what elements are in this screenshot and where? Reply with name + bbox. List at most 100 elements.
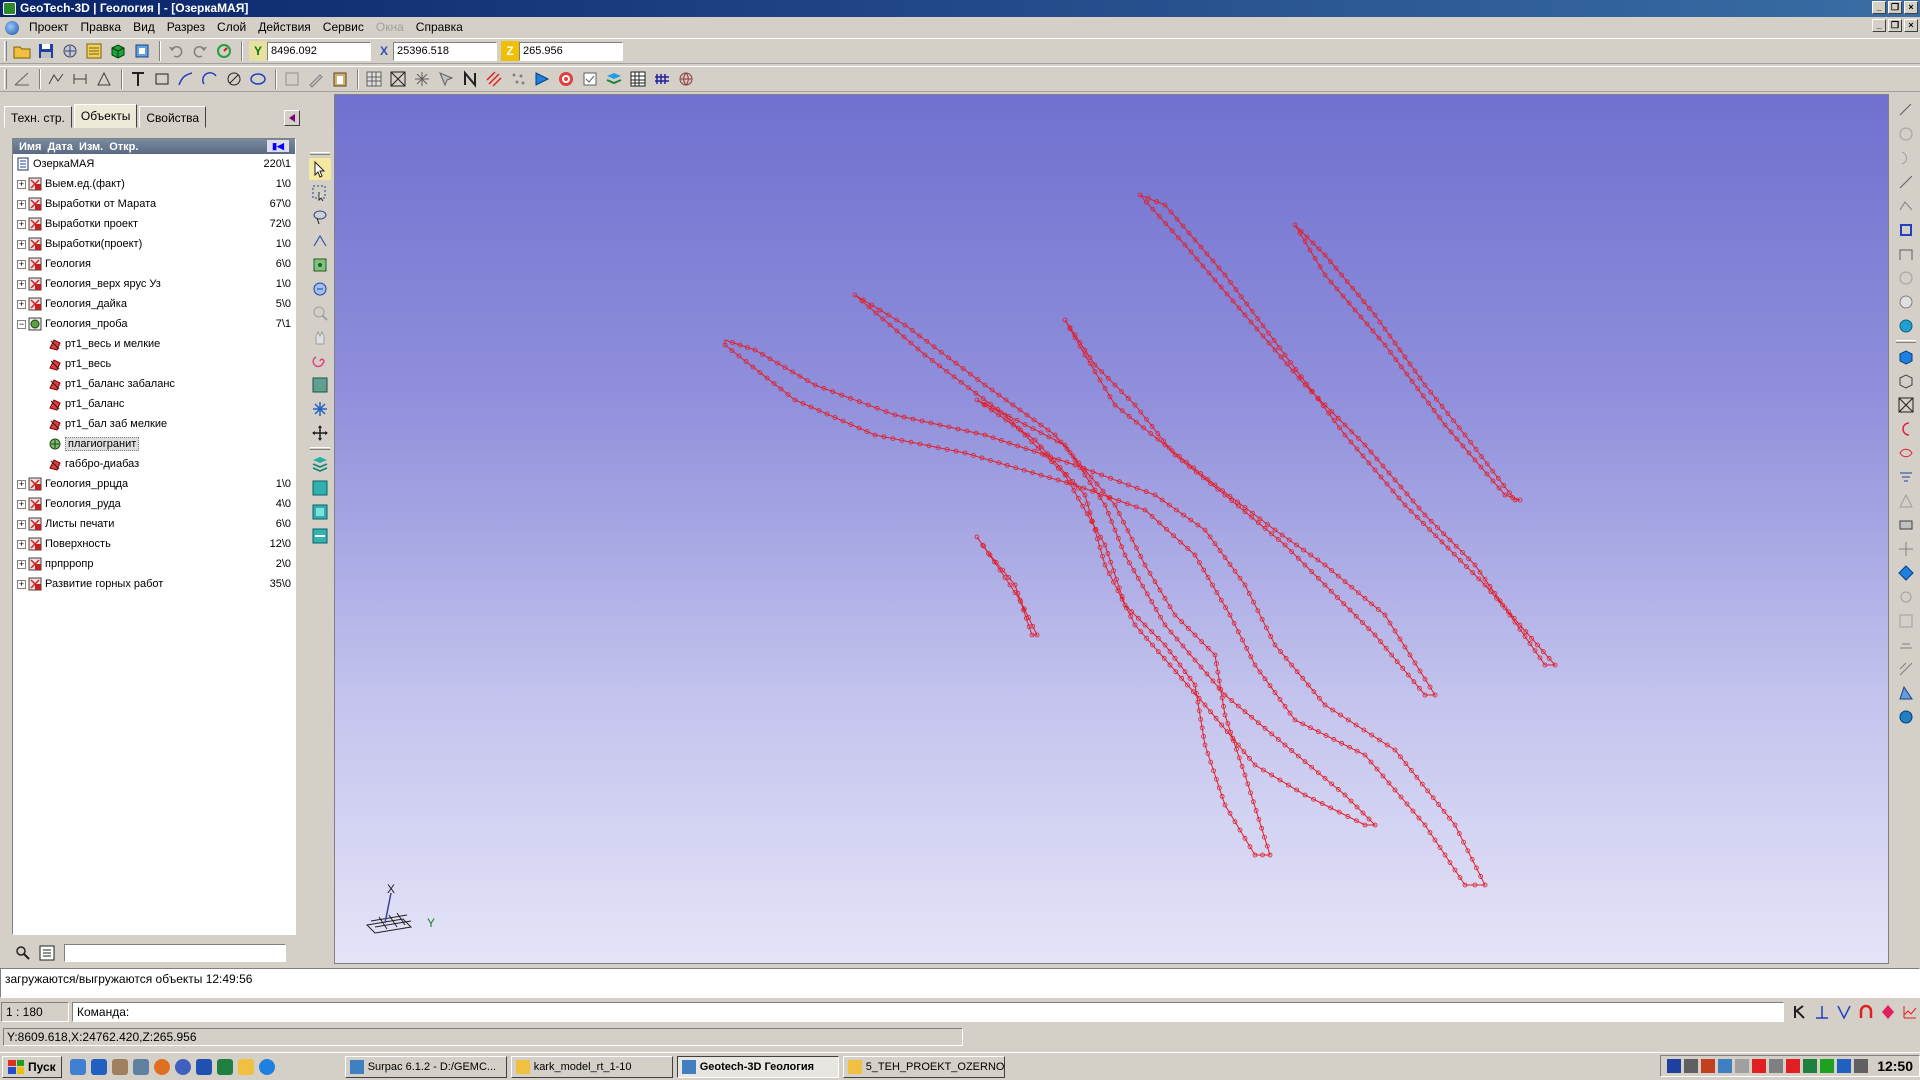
tree-row[interactable]: + прпрропр 2\0 [13,554,295,574]
z-coord-input[interactable] [519,41,623,61]
ql-folder-icon[interactable] [237,1058,254,1075]
right-tool-15-icon[interactable] [1895,442,1917,464]
tab-tech-structure[interactable]: Техн. стр. [4,106,72,128]
task-button[interactable]: Surpac 6.1.2 - D:/GEMC... [344,1055,507,1078]
toolbar-grip[interactable] [1896,340,1916,343]
circle-tool-icon[interactable] [223,68,245,90]
grid-icon[interactable] [363,68,385,90]
right-tool-18-icon[interactable] [1895,514,1917,536]
tree-row[interactable]: + Листы печати 6\0 [13,514,295,534]
right-tool-14-icon[interactable] [1895,418,1917,440]
menu-project[interactable]: Проект [23,18,75,37]
expand-icon[interactable]: + [17,559,26,569]
right-tool-22-icon[interactable] [1895,610,1917,632]
collapse-icon[interactable]: − [17,319,26,329]
undo-icon[interactable] [165,40,187,62]
object-tree[interactable]: Имя Дата Изм. Откр. ▮◀ ОзеркаМАЯ 220\1 + Вы… [12,138,296,935]
tray-icon-2[interactable] [1701,1059,1716,1073]
expand-icon[interactable]: + [17,239,26,249]
toolbar-grip[interactable] [310,447,330,450]
column-name[interactable]: Имя [19,141,41,153]
doc-minimize-button[interactable]: _ [1872,19,1886,32]
open-folder-icon[interactable] [11,40,33,62]
right-tool-6-icon[interactable] [1895,219,1917,241]
ql-ie-icon[interactable] [258,1058,275,1075]
refresh-icon[interactable] [213,40,235,62]
right-tool-4-icon[interactable] [1895,171,1917,193]
ql-app2-icon[interactable] [174,1058,191,1075]
expand-icon[interactable]: + [17,199,26,209]
redo-icon[interactable] [189,40,211,62]
snap-graph-icon[interactable] [1900,1002,1920,1022]
message-log[interactable]: загружаются/выгружаются объекты 12:49:56 [0,968,1920,998]
cone-icon[interactable] [531,68,553,90]
right-tool-8-icon[interactable] [1895,267,1917,289]
object-filter-input[interactable] [64,944,286,962]
expand-icon[interactable]: + [17,179,26,189]
tray-icon-6[interactable] [1769,1059,1784,1073]
menu-windows[interactable]: Окна [370,18,410,37]
measure-angle-icon[interactable] [11,68,33,90]
expand-icon[interactable]: + [17,499,26,509]
dimension-icon[interactable] [69,68,91,90]
globe-icon[interactable] [675,68,697,90]
polyline-tool-icon[interactable] [175,68,197,90]
model-icon[interactable] [131,40,153,62]
right-tool-9-icon[interactable] [1895,291,1917,313]
right-tool-10-icon[interactable] [1895,315,1917,337]
tree-row[interactable]: рт1_бал заб мелкие [13,414,295,434]
snap-perpendicular-icon[interactable] [1812,1002,1832,1022]
menu-help[interactable]: Справка [410,18,469,37]
tray-icon-9[interactable] [1820,1059,1835,1073]
text-tool-icon[interactable] [127,68,149,90]
3d-cube-icon[interactable] [107,40,129,62]
target-icon[interactable] [555,68,577,90]
find-object-icon[interactable] [12,942,34,964]
expand-icon[interactable]: + [17,279,26,289]
tree-row[interactable]: рт1_весь и мелкие [13,334,295,354]
spiral-icon[interactable] [309,350,331,372]
tray-icon-3[interactable] [1718,1059,1733,1073]
expand-icon[interactable]: + [17,539,26,549]
right-tool-11-icon[interactable] [1895,346,1917,368]
3d-viewport[interactable]: X Y [334,94,1889,964]
tree-row[interactable]: рт1_баланс [13,394,295,414]
command-input[interactable] [133,1005,1779,1019]
tree-row[interactable]: + Развитие горных работ 35\0 [13,574,295,594]
tree-row[interactable]: + Геология 6\0 [13,254,295,274]
column-options-icon[interactable]: ▮◀ [267,140,289,152]
snap-diamond-icon[interactable] [1878,1002,1898,1022]
expand-icon[interactable]: + [17,479,26,489]
minimize-button[interactable]: _ [1872,1,1886,14]
tree-row[interactable]: габбро-диабаз [13,454,295,474]
expand-icon[interactable]: + [17,299,26,309]
panel-pin-icon[interactable] [284,110,300,126]
right-tool-12-icon[interactable] [1895,370,1917,392]
pan-hand-icon[interactable] [309,326,331,348]
geology-outline[interactable] [976,536,1038,636]
triangle-tool-icon[interactable] [93,68,115,90]
ql-app-icon[interactable] [111,1058,128,1075]
toolbar-grip[interactable] [4,69,7,89]
pen-tool-icon[interactable] [305,68,327,90]
expand-icon[interactable]: + [17,219,26,229]
tray-icon-8[interactable] [1803,1059,1818,1073]
tree-row[interactable]: + Выработки проект 72\0 [13,214,295,234]
geology-outline[interactable] [1294,224,1521,501]
task-button[interactable]: 5_TEH_PROEKT_OZERNOE [842,1055,1005,1078]
star-point-icon[interactable] [411,68,433,90]
hatch-icon[interactable] [483,68,505,90]
save-icon[interactable] [35,40,57,62]
geology-outline[interactable] [1064,319,1436,696]
menu-service[interactable]: Сервис [317,18,370,37]
ql-excel-icon[interactable] [216,1058,233,1075]
right-tool-5-icon[interactable] [1895,195,1917,217]
doc-restore-button[interactable]: ❐ [1888,19,1902,32]
column-date[interactable]: Дата [47,141,72,153]
right-tool-24-icon[interactable] [1895,658,1917,680]
ql-word-icon[interactable] [195,1058,212,1075]
cross-grid-icon[interactable] [387,68,409,90]
tree-row[interactable]: + Поверхность 12\0 [13,534,295,554]
tray-lang-icon[interactable] [1667,1059,1682,1073]
teal-box-2-icon[interactable] [309,501,331,523]
